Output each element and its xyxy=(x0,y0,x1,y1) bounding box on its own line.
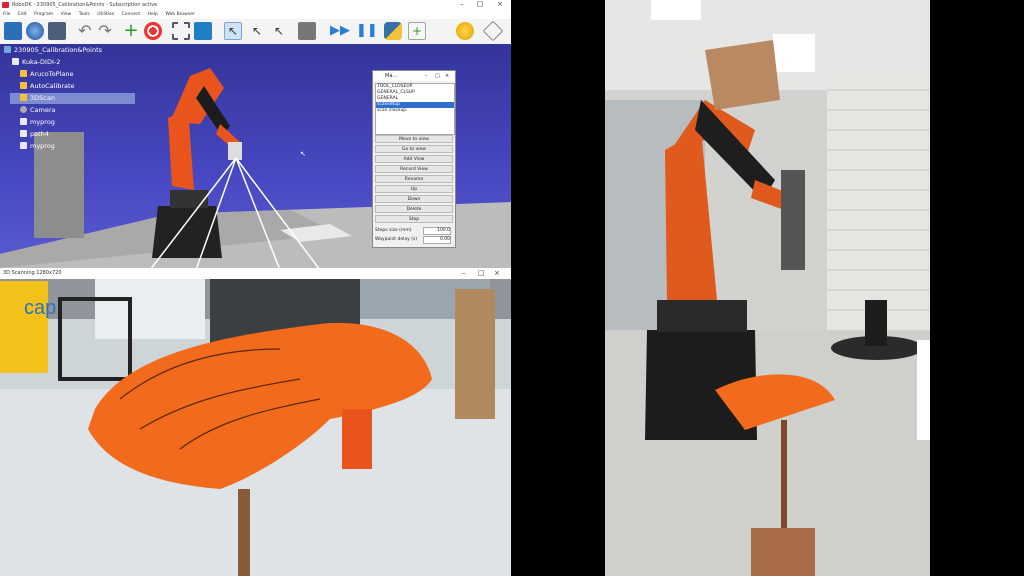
up-button[interactable]: Up xyxy=(375,185,453,193)
library-globe-icon[interactable] xyxy=(26,22,44,40)
menu-web-browser[interactable]: Web Browser xyxy=(165,12,194,17)
camera-icon xyxy=(20,106,27,113)
dialog-maximize-icon[interactable]: □ xyxy=(435,71,440,81)
minimize-icon[interactable]: – xyxy=(455,0,469,10)
fit-all-icon[interactable] xyxy=(172,22,190,40)
close-icon[interactable]: × xyxy=(493,0,507,10)
menu-program[interactable]: Program xyxy=(34,12,53,17)
mouse-cursor-icon: ↖ xyxy=(300,150,306,158)
select-pointer-icon[interactable]: ↖ xyxy=(224,22,242,40)
toolbar: ↶ ↷ + ↖ ↖ ↖ ▶▶ ❚❚ + xyxy=(0,19,511,45)
run-program-icon[interactable]: ▶▶ xyxy=(330,22,350,40)
view-cube-icon[interactable] xyxy=(194,22,212,40)
menu-connect[interactable]: Connect xyxy=(122,12,141,17)
down-button[interactable]: Down xyxy=(375,195,453,203)
tree-autocalibrate[interactable]: AutoCalibrate xyxy=(20,81,75,92)
workshop-photo xyxy=(605,0,930,576)
redo-icon[interactable]: ↷ xyxy=(96,22,114,40)
dialog-close-icon[interactable]: × xyxy=(445,71,449,81)
menu-utilities[interactable]: Utilities xyxy=(97,12,114,17)
python-script-icon xyxy=(20,82,27,89)
add-view-button[interactable]: Add View xyxy=(375,155,453,163)
robot-model xyxy=(150,68,320,268)
scan-minimize-icon[interactable]: – xyxy=(462,268,466,279)
title-bar: RoboDK - 230905_Calibration&Points - Sub… xyxy=(0,0,511,10)
scan-title-bar: 3D Scanning 1280x720 – □ × xyxy=(0,268,511,279)
program-icon xyxy=(20,118,27,125)
menu-view[interactable]: View xyxy=(61,12,72,17)
python-script-icon xyxy=(20,94,27,101)
open-icon[interactable] xyxy=(4,22,22,40)
pause-icon[interactable]: ❚❚ xyxy=(356,22,378,40)
dialog-title-bar: Ma... – □ × xyxy=(373,71,455,81)
settings-gear-icon[interactable] xyxy=(456,22,474,40)
views-dialog: Ma... – □ × TOOL_CLOSEUP GENERAL_CLSUP G… xyxy=(372,70,456,248)
waypoint-delay-field: Waypoint delay (s) 0.00 xyxy=(375,236,453,244)
move-to-view-button[interactable]: Move to view xyxy=(375,135,453,143)
dialog-minimize-icon[interactable]: – xyxy=(425,71,428,81)
python-icon[interactable] xyxy=(384,22,402,40)
tree-station[interactable]: 230905_Calibration&Points xyxy=(4,45,102,56)
window-title: RoboDK - 230905_Calibration&Points - Sub… xyxy=(12,2,158,8)
step-size-field: Steps size (mm) 100.0 xyxy=(375,227,453,235)
record-view-button[interactable]: Record View xyxy=(375,165,453,173)
rename-button[interactable]: Rename xyxy=(375,175,453,183)
save-icon[interactable] xyxy=(48,22,66,40)
tree-3dscan-selected[interactable]: 3DScan xyxy=(10,93,135,104)
waypoint-delay-label: Waypoint delay (s) xyxy=(375,237,418,242)
app-icon xyxy=(2,2,9,8)
views-list[interactable]: TOOL_CLOSEUP GENERAL_CLSUP GENERAL scans… xyxy=(375,83,455,135)
waypoint-delay-input[interactable]: 0.00 xyxy=(423,236,451,244)
program-icon xyxy=(20,142,27,149)
rotate-pointer-icon[interactable]: ↖ xyxy=(270,22,288,40)
delete-button[interactable]: Delete xyxy=(375,205,453,213)
camera-feed xyxy=(0,279,511,576)
tree-aruco[interactable]: ArucoToPlane xyxy=(20,69,73,80)
scan-window-title: 3D Scanning 1280x720 xyxy=(3,270,62,276)
tree-myprog-2[interactable]: myprog xyxy=(20,141,55,152)
menu-edit[interactable]: Edit xyxy=(18,12,27,17)
scan-maximize-icon[interactable]: □ xyxy=(478,268,485,279)
list-item[interactable]: scan closeup xyxy=(376,108,454,114)
step-size-input[interactable]: 100.0 xyxy=(423,227,451,235)
add-target-icon[interactable]: + xyxy=(122,22,140,40)
robot-icon xyxy=(12,58,19,65)
move-pointer-icon[interactable]: ↖ xyxy=(248,22,266,40)
menu-file[interactable]: File xyxy=(3,12,11,17)
collision-icon[interactable] xyxy=(298,22,316,40)
tree-camera[interactable]: Camera xyxy=(20,105,56,116)
3d-view-icon[interactable] xyxy=(482,20,504,42)
step-size-label: Steps size (mm) xyxy=(375,228,412,233)
station-icon xyxy=(4,46,11,53)
menu-tools[interactable]: Tools xyxy=(79,12,90,17)
robodk-window: RoboDK - 230905_Calibration&Points - Sub… xyxy=(0,0,511,268)
teach-target-icon[interactable] xyxy=(144,22,162,40)
menu-bar: File Edit Program View Tools Utilities C… xyxy=(0,10,511,19)
add-program-icon[interactable]: + xyxy=(408,22,426,40)
go-to-view-button[interactable]: Go to view xyxy=(375,145,453,153)
sign-text: cap xyxy=(24,297,57,319)
tree-path4[interactable]: path4 xyxy=(20,129,49,140)
stop-button[interactable]: Stop xyxy=(375,215,453,223)
tree-robot[interactable]: Kuka-DIDI-2 xyxy=(12,57,60,68)
program-icon xyxy=(20,130,27,137)
undo-icon[interactable]: ↶ xyxy=(76,22,94,40)
scan-close-icon[interactable]: × xyxy=(494,268,500,279)
dialog-title: Ma... xyxy=(385,73,398,79)
maximize-icon[interactable]: □ xyxy=(473,0,487,10)
menu-help[interactable]: Help xyxy=(148,12,158,17)
tree-myprog[interactable]: myprog xyxy=(20,117,55,128)
scan-window: 3D Scanning 1280x720 – □ × cap xyxy=(0,268,511,576)
python-script-icon xyxy=(20,70,27,77)
